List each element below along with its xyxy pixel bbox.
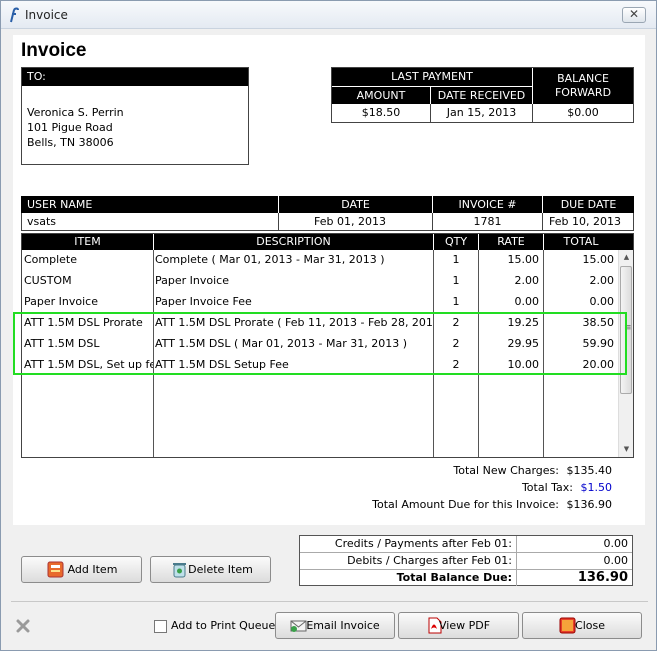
credits-label: Credits / Payments after Feb 01: — [334, 537, 512, 550]
add-item-button[interactable]: Add Item — [21, 556, 142, 583]
invoice-window: Invoice ✕ Invoice TO: Veronica S. Perrin… — [0, 0, 657, 651]
total-balance-value: 136.90 — [516, 570, 632, 586]
description-column-header: DESCRIPTION — [153, 234, 433, 250]
to-label: TO: — [22, 68, 248, 86]
total-amount-due: Total Amount Due for this Invoice: $136.… — [372, 498, 612, 511]
total-cell: 0.00 — [589, 295, 615, 308]
address-block: Veronica S. Perrin 101 Pigue Road Bells,… — [22, 86, 248, 150]
date-received-header: DATE RECEIVED — [430, 86, 532, 104]
window-close-button[interactable]: ✕ — [622, 7, 646, 23]
selection-highlight — [13, 312, 627, 375]
date-header: DATE — [278, 196, 432, 213]
email-invoice-label: Email Invoice — [306, 619, 380, 632]
view-pdf-label: View PDF — [438, 619, 491, 632]
total-new-charges: Total New Charges: $135.40 — [453, 464, 612, 477]
delete-item-button[interactable]: Delete Item — [150, 556, 271, 583]
items-header: ITEM DESCRIPTION QTY RATE TOTAL — [22, 234, 633, 250]
total-cell: 2.00 — [589, 274, 615, 287]
delete-item-label: Delete Item — [188, 563, 253, 576]
date-value: Feb 01, 2013 — [278, 213, 432, 230]
amount-header: AMOUNT — [332, 86, 430, 104]
add-item-label: Add Item — [67, 563, 118, 576]
close-button[interactable]: Close — [522, 612, 642, 639]
table-row[interactable]: Complete Complete ( Mar 01, 2013 - Mar 31… — [22, 249, 618, 270]
balance-forward-header: BALANCE FORWARD — [532, 68, 633, 104]
due-date-value: Feb 10, 2013 — [542, 213, 633, 230]
rate-cell: 15.00 — [507, 253, 540, 266]
app-logo-icon — [10, 7, 19, 23]
qty-cell: 1 — [452, 253, 460, 266]
total-new-charges-label: Total New Charges: — [453, 464, 559, 477]
rate-column-header: RATE — [478, 234, 543, 250]
debits-label: Debits / Charges after Feb 01: — [347, 554, 512, 567]
debits-value: 0.00 — [516, 553, 632, 569]
total-amount-due-value: $136.90 — [566, 498, 613, 511]
due-date-header: DUE DATE — [542, 196, 634, 213]
total-column-header: TOTAL — [543, 234, 618, 250]
item-column-header: ITEM — [74, 235, 101, 248]
scroll-up-icon[interactable]: ▲ — [619, 250, 634, 265]
total-new-charges-value: $135.40 — [566, 464, 613, 477]
last-payment-box: LAST PAYMENT BALANCE FORWARD AMOUNT DATE… — [331, 67, 634, 123]
close-icon: ✕ — [628, 7, 640, 21]
credits-value: 0.00 — [516, 536, 632, 552]
user-name-value: vsats — [27, 215, 57, 228]
description-cell: Paper Invoice Fee — [155, 295, 252, 308]
balance-forward-value: $0.00 — [532, 104, 633, 122]
print-queue-checkbox[interactable] — [154, 620, 167, 633]
item-cell: CUSTOM — [24, 274, 72, 287]
last-payment-header: LAST PAYMENT — [332, 68, 532, 86]
title-bar: Invoice ✕ — [1, 1, 656, 29]
user-info-row: vsats Feb 01, 2013 1781 Feb 10, 2013 — [21, 213, 634, 231]
total-balance-label: Total Balance Due: — [396, 571, 512, 584]
rate-cell: 0.00 — [514, 295, 540, 308]
scroll-down-icon[interactable]: ▼ — [619, 442, 634, 457]
qty-column-header: QTY — [433, 234, 478, 250]
description-cell: Complete ( Mar 01, 2013 - Mar 31, 2013 ) — [155, 253, 385, 266]
balance-summary: Credits / Payments after Feb 01: 0.00 De… — [299, 535, 633, 586]
invoice-number-value: 1781 — [432, 213, 542, 230]
address-street: 101 Pigue Road — [27, 121, 113, 134]
user-info-header: USER NAME DATE INVOICE # DUE DATE — [21, 196, 634, 213]
table-row[interactable]: Paper Invoice Paper Invoice Fee 1 0.00 0.00 — [22, 291, 618, 312]
window-title: Invoice — [25, 8, 68, 22]
address-name: Veronica S. Perrin — [27, 106, 124, 119]
item-cell: Paper Invoice — [24, 295, 98, 308]
last-payment-date: Jan 15, 2013 — [430, 104, 532, 122]
balance-forward-label-1: BALANCE — [557, 72, 609, 85]
address-city: Bells, TN 38006 — [27, 136, 114, 149]
total-amount-due-label: Total Amount Due for this Invoice: — [372, 498, 559, 511]
credits-row: Credits / Payments after Feb 01: 0.00 — [300, 536, 632, 553]
qty-cell: 1 — [452, 274, 460, 287]
last-payment-amount: $18.50 — [361, 106, 401, 119]
email-invoice-button[interactable]: Email Invoice — [275, 612, 395, 639]
to-address-box: TO: Veronica S. Perrin 101 Pigue Road Be… — [21, 67, 249, 165]
table-row[interactable]: CUSTOM Paper Invoice 1 2.00 2.00 — [22, 270, 618, 291]
footer-separator — [11, 601, 648, 602]
total-balance-row: Total Balance Due: 136.90 — [300, 570, 632, 587]
view-pdf-button[interactable]: View PDF — [398, 612, 519, 639]
total-tax-value: $1.50 — [580, 481, 613, 494]
user-name-header: USER NAME — [27, 198, 93, 211]
disabled-delete-icon — [16, 619, 30, 633]
print-queue-label[interactable]: Add to Print Queue — [171, 619, 275, 632]
balance-forward-label-2: FORWARD — [554, 86, 612, 99]
total-tax-label: Total Tax: — [521, 481, 573, 494]
total-tax: Total Tax: $1.50 — [522, 481, 612, 494]
total-cell: 15.00 — [582, 253, 615, 266]
item-cell: Complete — [24, 253, 78, 266]
description-cell: Paper Invoice — [155, 274, 229, 287]
invoice-number-header: INVOICE # — [432, 196, 542, 213]
debits-row: Debits / Charges after Feb 01: 0.00 — [300, 553, 632, 570]
qty-cell: 1 — [452, 295, 460, 308]
close-label: Close — [575, 619, 605, 632]
rate-cell: 2.00 — [514, 274, 540, 287]
invoice-heading: Invoice — [21, 40, 87, 61]
